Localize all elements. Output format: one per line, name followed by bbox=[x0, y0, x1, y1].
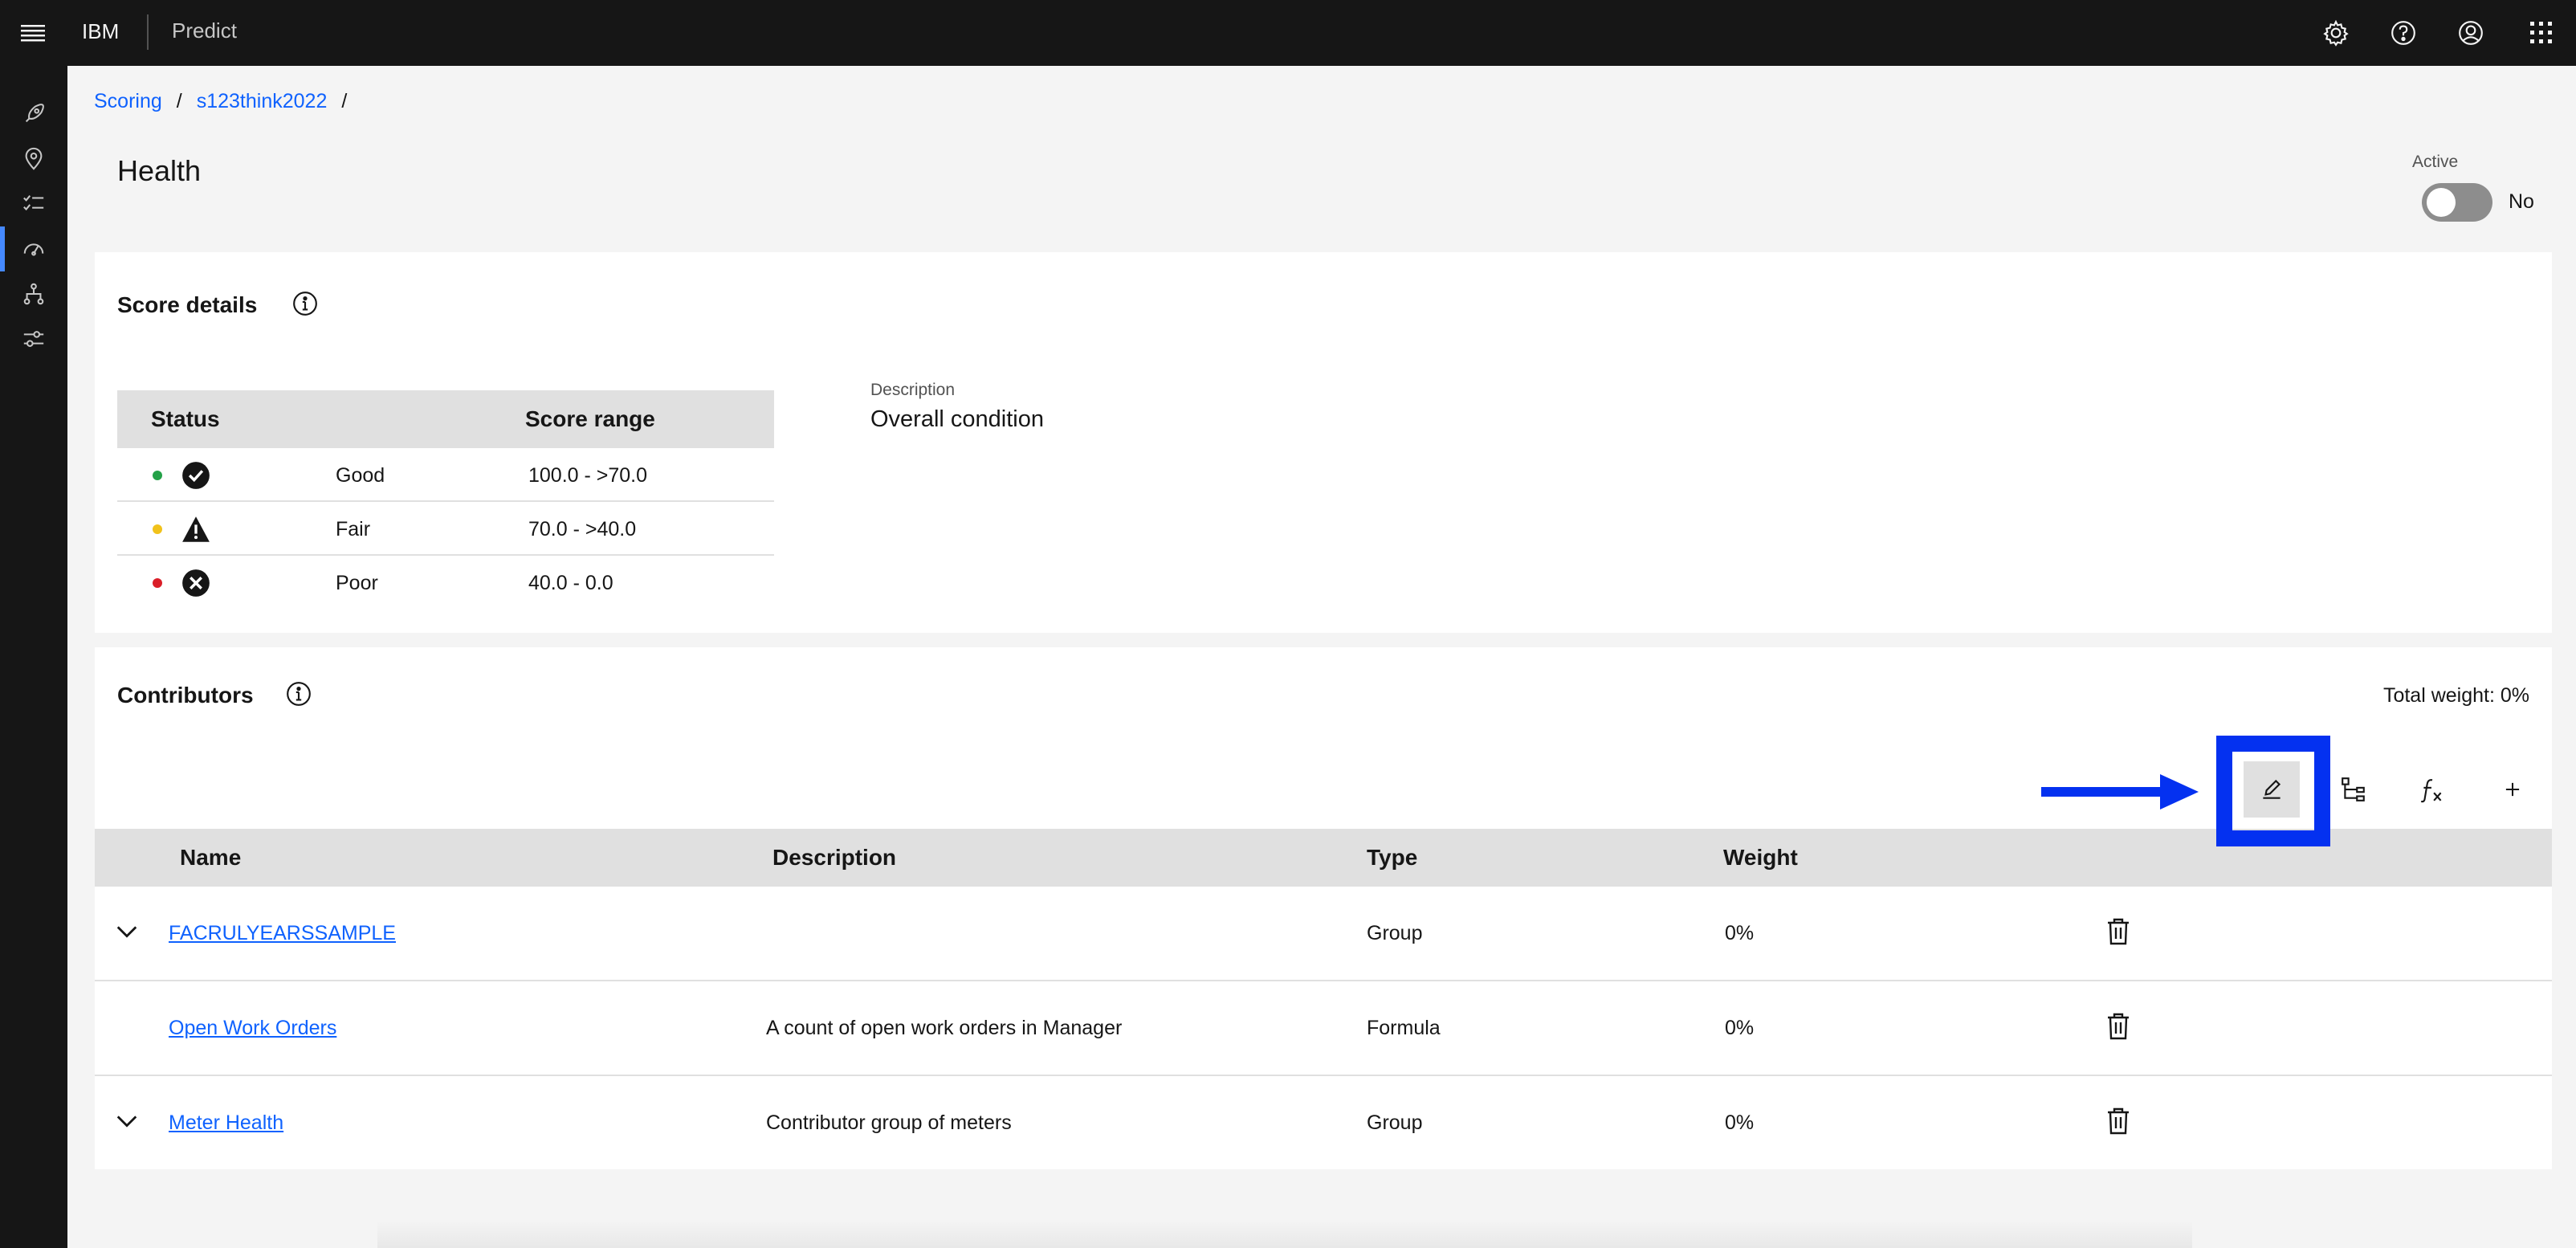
status-table: Status Score range Good 100.0 - >70.0 Fa… bbox=[117, 390, 774, 610]
contributors-table-header: Name Description Type Weight bbox=[95, 829, 2552, 887]
status-row-fair: Fair 70.0 - >40.0 bbox=[117, 502, 774, 556]
app-switcher-icon[interactable] bbox=[2521, 13, 2562, 53]
trash-icon[interactable] bbox=[2102, 1105, 2134, 1137]
top-bar: IBM Predict bbox=[0, 0, 2576, 66]
contributor-name-link[interactable]: Meter Health bbox=[169, 1111, 283, 1135]
breadcrumb-separator: / bbox=[341, 90, 348, 112]
status-dot-fair bbox=[153, 524, 162, 534]
status-dot-poor bbox=[153, 578, 162, 588]
description-value: Overall condition bbox=[870, 406, 1044, 432]
breadcrumb: Scoring / s123think2022 / bbox=[94, 90, 347, 113]
side-rail bbox=[0, 66, 67, 1248]
score-range: 100.0 - >70.0 bbox=[528, 464, 648, 487]
error-filled-icon bbox=[182, 569, 210, 597]
function-icon[interactable] bbox=[2404, 761, 2460, 818]
name-column-header: Name bbox=[180, 845, 242, 870]
contributor-type: Group bbox=[1367, 922, 1423, 944]
score-details-title: Score details bbox=[117, 292, 258, 317]
table-row: Meter Health Contributor group of meters… bbox=[95, 1076, 2552, 1171]
status-dot-good bbox=[153, 471, 162, 480]
chevron-down-icon[interactable] bbox=[112, 1107, 141, 1136]
add-icon[interactable] bbox=[2484, 761, 2541, 818]
description-column-header: Description bbox=[772, 845, 897, 870]
hierarchy-add-icon[interactable] bbox=[2325, 761, 2382, 818]
status-name: Good bbox=[336, 464, 385, 487]
brand-logo[interactable]: IBM bbox=[82, 19, 119, 44]
user-icon[interactable] bbox=[2451, 13, 2491, 53]
annotation-highlight-box bbox=[2216, 736, 2330, 846]
score-range-column-header: Score range bbox=[525, 406, 655, 431]
info-icon[interactable] bbox=[291, 289, 320, 318]
product-name[interactable]: Predict bbox=[172, 18, 237, 43]
hierarchy-icon[interactable] bbox=[0, 271, 67, 316]
trash-icon[interactable] bbox=[2102, 1010, 2134, 1042]
status-name: Poor bbox=[336, 572, 378, 594]
rocket-icon[interactable] bbox=[0, 92, 67, 137]
annotation-arrow-icon bbox=[2041, 774, 2199, 810]
table-row: FACRULYEARSSAMPLE Group 0% bbox=[95, 887, 2552, 981]
score-range: 70.0 - >40.0 bbox=[528, 518, 637, 540]
status-name: Fair bbox=[336, 518, 371, 540]
contributor-description: A count of open work orders in Manager bbox=[766, 1017, 1123, 1039]
type-column-header: Type bbox=[1367, 845, 1418, 870]
breadcrumb-separator: / bbox=[176, 90, 182, 112]
page-title: Health bbox=[117, 154, 202, 187]
header-divider bbox=[147, 14, 149, 50]
location-icon[interactable] bbox=[0, 137, 67, 181]
weight-column-header: Weight bbox=[1723, 845, 1798, 870]
contributor-weight: 0% bbox=[1725, 1111, 1755, 1134]
checklist-icon[interactable] bbox=[0, 181, 67, 226]
contributor-type: Formula bbox=[1367, 1017, 1441, 1039]
menu-icon[interactable] bbox=[13, 14, 53, 51]
contributor-name-link[interactable]: Open Work Orders bbox=[169, 1017, 336, 1040]
active-toggle-label: Active bbox=[2412, 153, 2459, 171]
help-icon[interactable] bbox=[2383, 13, 2423, 53]
info-icon[interactable] bbox=[284, 679, 313, 708]
contributor-description: Contributor group of meters bbox=[766, 1111, 1012, 1134]
checkmark-filled-icon bbox=[182, 462, 210, 489]
breadcrumb-model[interactable]: s123think2022 bbox=[197, 90, 328, 113]
contributors-panel: Contributors Total weight: 0% Name Descr… bbox=[95, 647, 2552, 1169]
gauge-icon[interactable] bbox=[0, 226, 67, 271]
contributor-type: Group bbox=[1367, 1111, 1423, 1134]
contributor-weight: 0% bbox=[1725, 1017, 1755, 1039]
settings-sliders-icon[interactable] bbox=[0, 316, 67, 361]
status-column-header: Status bbox=[151, 406, 220, 431]
chevron-down-icon[interactable] bbox=[112, 917, 141, 946]
trash-icon[interactable] bbox=[2102, 916, 2134, 948]
status-table-header: Status Score range bbox=[117, 390, 774, 448]
score-details-panel: Score details Status Score range Good 10… bbox=[95, 252, 2552, 633]
contributor-name-link[interactable]: FACRULYEARSSAMPLE bbox=[169, 922, 396, 945]
table-row: Open Work Orders A count of open work or… bbox=[95, 981, 2552, 1076]
bottom-shadow bbox=[377, 1221, 2192, 1248]
description-label: Description bbox=[870, 381, 956, 399]
score-range: 40.0 - 0.0 bbox=[528, 572, 613, 594]
total-weight: Total weight: 0% bbox=[2382, 684, 2529, 707]
contributor-weight: 0% bbox=[1725, 922, 1755, 944]
active-toggle-state: No bbox=[2509, 190, 2534, 213]
status-row-good: Good 100.0 - >70.0 bbox=[117, 448, 774, 502]
active-toggle[interactable] bbox=[2422, 183, 2492, 222]
status-row-poor: Poor 40.0 - 0.0 bbox=[117, 556, 774, 610]
settings-icon[interactable] bbox=[2316, 13, 2356, 53]
contributors-title: Contributors bbox=[117, 683, 254, 708]
warning-filled-icon bbox=[182, 516, 210, 542]
breadcrumb-scoring[interactable]: Scoring bbox=[94, 90, 162, 113]
